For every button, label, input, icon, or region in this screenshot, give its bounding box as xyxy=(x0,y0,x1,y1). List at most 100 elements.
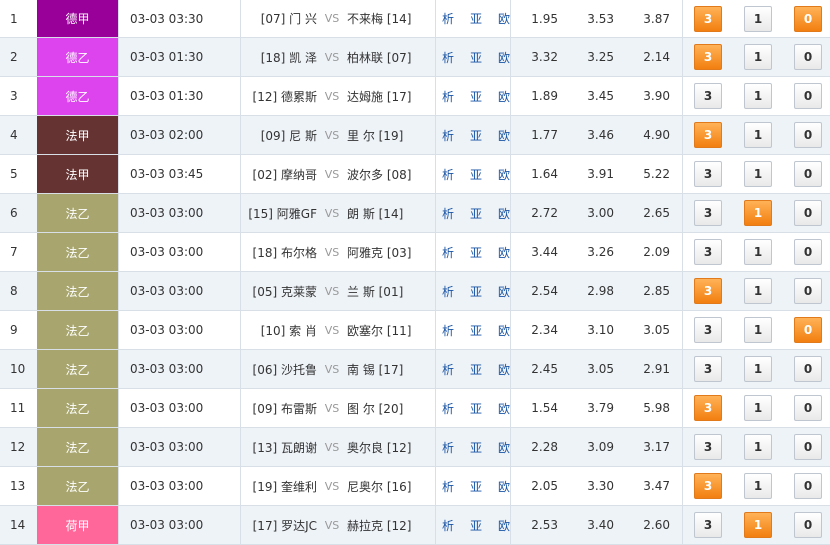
euro-odds-link[interactable]: 欧 xyxy=(498,478,510,495)
pick-win-button[interactable]: 3 xyxy=(694,317,722,343)
euro-odds-link[interactable]: 欧 xyxy=(498,10,510,27)
pick-lose-button[interactable]: 0 xyxy=(794,395,822,421)
league-badge[interactable]: 法甲 xyxy=(37,155,118,193)
pick-draw-button[interactable]: 1 xyxy=(744,5,772,32)
pick-lose-button[interactable]: 0 xyxy=(794,512,822,538)
pick-win-button[interactable]: 3 xyxy=(694,356,722,382)
euro-odds-link[interactable]: 欧 xyxy=(498,205,510,222)
pick-win-button[interactable]: 3 xyxy=(694,239,722,265)
analysis-link[interactable]: 析 xyxy=(442,283,454,300)
away-team[interactable]: 尼奥尔 [16] xyxy=(347,478,435,495)
asian-odds-link[interactable]: 亚 xyxy=(470,49,482,66)
analysis-link[interactable]: 析 xyxy=(442,400,454,417)
home-team[interactable]: [19] 奎维利 xyxy=(240,478,317,495)
pick-lose-button[interactable]: 0 xyxy=(794,200,822,226)
analysis-link[interactable]: 析 xyxy=(442,49,454,66)
pick-win-button[interactable]: 3 xyxy=(694,44,722,70)
home-team[interactable]: [18] 布尔格 xyxy=(240,244,317,261)
pick-win-button[interactable]: 3 xyxy=(694,473,722,499)
pick-draw-button[interactable]: 1 xyxy=(744,161,772,187)
analysis-link[interactable]: 析 xyxy=(442,88,454,105)
pick-draw-button[interactable]: 1 xyxy=(744,278,772,304)
home-team[interactable]: [09] 布雷斯 xyxy=(240,400,317,417)
away-team[interactable]: 赫拉克 [12] xyxy=(347,517,435,534)
euro-odds-link[interactable]: 欧 xyxy=(498,517,510,534)
home-team[interactable]: [18] 凯 泽 xyxy=(240,49,317,66)
league-badge[interactable]: 法乙 xyxy=(37,233,118,271)
asian-odds-link[interactable]: 亚 xyxy=(470,517,482,534)
asian-odds-link[interactable]: 亚 xyxy=(470,88,482,105)
pick-lose-button[interactable]: 0 xyxy=(794,239,822,265)
asian-odds-link[interactable]: 亚 xyxy=(470,10,482,27)
pick-win-button[interactable]: 3 xyxy=(694,278,722,304)
analysis-link[interactable]: 析 xyxy=(442,439,454,456)
analysis-link[interactable]: 析 xyxy=(442,205,454,222)
away-team[interactable]: 南 锡 [17] xyxy=(347,361,435,378)
league-badge[interactable]: 德乙 xyxy=(37,38,118,76)
league-badge[interactable]: 法乙 xyxy=(37,272,118,310)
pick-lose-button[interactable]: 0 xyxy=(794,434,822,460)
home-team[interactable]: [05] 克莱蒙 xyxy=(240,283,317,300)
league-badge[interactable]: 法乙 xyxy=(37,311,118,349)
pick-lose-button[interactable]: 0 xyxy=(794,122,822,148)
asian-odds-link[interactable]: 亚 xyxy=(470,322,482,339)
asian-odds-link[interactable]: 亚 xyxy=(470,361,482,378)
euro-odds-link[interactable]: 欧 xyxy=(498,283,510,300)
away-team[interactable]: 波尔多 [08] xyxy=(347,166,435,183)
away-team[interactable]: 图 尔 [20] xyxy=(347,400,435,417)
home-team[interactable]: [12] 德累斯 xyxy=(240,88,317,105)
home-team[interactable]: [02] 摩纳哥 xyxy=(240,166,317,183)
analysis-link[interactable]: 析 xyxy=(442,322,454,339)
analysis-link[interactable]: 析 xyxy=(442,478,454,495)
euro-odds-link[interactable]: 欧 xyxy=(498,439,510,456)
pick-win-button[interactable]: 3 xyxy=(694,200,722,226)
euro-odds-link[interactable]: 欧 xyxy=(498,322,510,339)
league-badge[interactable]: 法乙 xyxy=(37,350,118,388)
away-team[interactable]: 不来梅 [14] xyxy=(347,10,435,27)
home-team[interactable]: [06] 沙托鲁 xyxy=(240,361,317,378)
euro-odds-link[interactable]: 欧 xyxy=(498,127,510,144)
pick-win-button[interactable]: 3 xyxy=(694,434,722,460)
home-team[interactable]: [13] 瓦朗谢 xyxy=(240,439,317,456)
home-team[interactable]: [09] 尼 斯 xyxy=(240,127,317,144)
asian-odds-link[interactable]: 亚 xyxy=(470,439,482,456)
away-team[interactable]: 里 尔 [19] xyxy=(347,127,435,144)
pick-lose-button[interactable]: 0 xyxy=(794,473,822,499)
league-badge[interactable]: 德乙 xyxy=(37,77,118,115)
away-team[interactable]: 奥尔良 [12] xyxy=(347,439,435,456)
analysis-link[interactable]: 析 xyxy=(442,166,454,183)
pick-win-button[interactable]: 3 xyxy=(694,161,722,187)
pick-win-button[interactable]: 3 xyxy=(694,395,722,421)
pick-win-button[interactable]: 3 xyxy=(694,122,722,148)
league-badge[interactable]: 法乙 xyxy=(37,389,118,427)
euro-odds-link[interactable]: 欧 xyxy=(498,88,510,105)
asian-odds-link[interactable]: 亚 xyxy=(470,400,482,417)
analysis-link[interactable]: 析 xyxy=(442,10,454,27)
home-team[interactable]: [15] 阿雅GF xyxy=(240,205,317,222)
asian-odds-link[interactable]: 亚 xyxy=(470,205,482,222)
pick-lose-button[interactable]: 0 xyxy=(794,278,822,304)
away-team[interactable]: 达姆施 [17] xyxy=(347,88,435,105)
pick-draw-button[interactable]: 1 xyxy=(744,239,772,265)
pick-win-button[interactable]: 3 xyxy=(694,512,722,538)
away-team[interactable]: 欧塞尔 [11] xyxy=(347,322,435,339)
pick-lose-button[interactable]: 0 xyxy=(794,356,822,382)
pick-draw-button[interactable]: 1 xyxy=(744,512,772,538)
euro-odds-link[interactable]: 欧 xyxy=(498,361,510,378)
pick-draw-button[interactable]: 1 xyxy=(744,473,772,499)
euro-odds-link[interactable]: 欧 xyxy=(498,166,510,183)
pick-lose-button[interactable]: 0 xyxy=(794,317,822,343)
analysis-link[interactable]: 析 xyxy=(442,361,454,378)
euro-odds-link[interactable]: 欧 xyxy=(498,244,510,261)
away-team[interactable]: 朗 斯 [14] xyxy=(347,205,435,222)
away-team[interactable]: 兰 斯 [01] xyxy=(347,283,435,300)
home-team[interactable]: [17] 罗达JC xyxy=(240,517,317,534)
analysis-link[interactable]: 析 xyxy=(442,127,454,144)
pick-draw-button[interactable]: 1 xyxy=(744,122,772,148)
away-team[interactable]: 阿雅克 [03] xyxy=(347,244,435,261)
league-badge[interactable]: 法甲 xyxy=(37,116,118,154)
pick-draw-button[interactable]: 1 xyxy=(744,44,772,70)
pick-draw-button[interactable]: 1 xyxy=(744,317,772,343)
league-badge[interactable]: 德甲 xyxy=(37,0,118,37)
pick-win-button[interactable]: 3 xyxy=(694,83,722,109)
